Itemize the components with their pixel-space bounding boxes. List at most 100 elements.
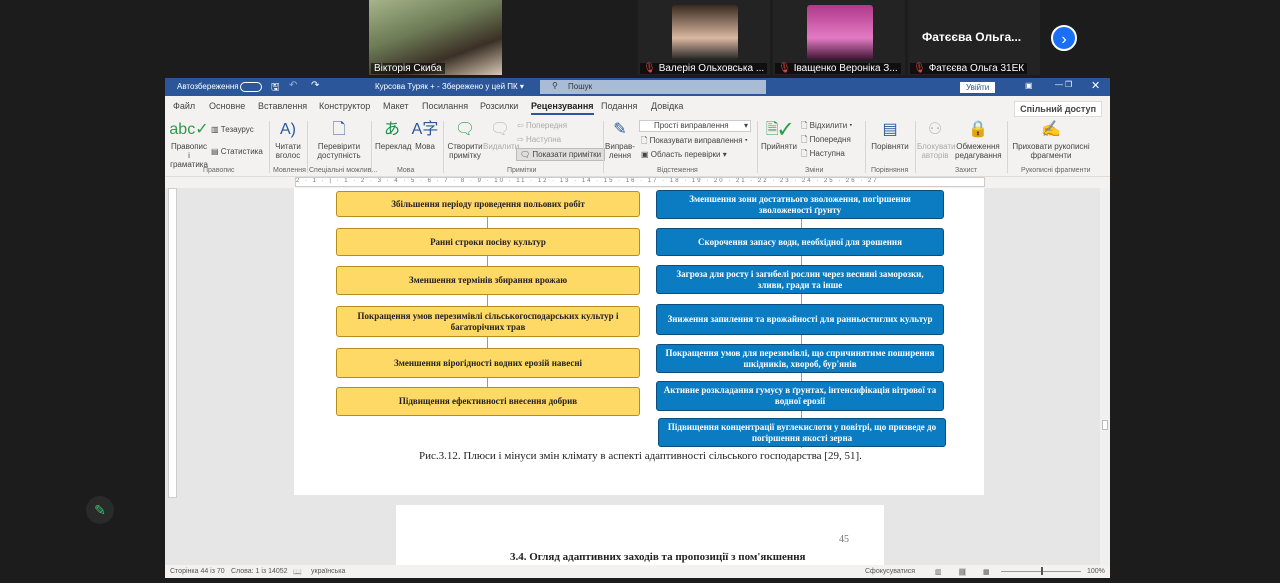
show-markup-button[interactable]: 🗋 Показувати виправлення ▾: [641, 136, 748, 145]
ribbon-tabs: Файл Основне Вставлення Конструктор Маке…: [165, 96, 1110, 117]
tab-file[interactable]: Файл: [173, 101, 195, 111]
accept-button[interactable]: 🗎✓ Прийняти: [761, 121, 797, 151]
next-page-button[interactable]: ›: [1051, 25, 1077, 51]
new-comment-icon: 🗨: [454, 121, 476, 138]
annotate-pencil-button[interactable]: ✎: [86, 496, 114, 524]
track-changes-button[interactable]: ✎ Виправ-лення: [605, 121, 635, 160]
tab-view[interactable]: Подання: [601, 101, 637, 111]
next-change-button[interactable]: 🗋 Наступна: [801, 149, 845, 158]
tab-layout[interactable]: Макет: [383, 101, 408, 111]
status-bar: Сторінка 44 із 70 Слова: 1 із 14052 📖 ук…: [165, 565, 1110, 578]
ribbon-display-icon[interactable]: ▣: [1025, 81, 1033, 90]
close-button[interactable]: ✕: [1091, 79, 1100, 92]
block-authors-button[interactable]: ⚇ Блокувати авторів: [917, 121, 956, 160]
next-comment-button[interactable]: ⇨ Наступна: [517, 135, 561, 144]
zoom-slider-thumb[interactable]: [1041, 567, 1043, 575]
plus-box: Підвищення ефективності внесення добрив: [336, 387, 640, 416]
new-comment-button[interactable]: 🗨 Створити примітку: [447, 121, 483, 160]
minus-box: Скорочення запасу води, необхідної для з…: [656, 228, 944, 256]
translate-icon: あ: [383, 121, 400, 138]
focus-button[interactable]: Сфокусуватися: [865, 568, 915, 575]
restrict-editing-button[interactable]: 🔒 Обмеження редагування: [955, 121, 1002, 160]
show-comments-button[interactable]: 🗨 Показати примітки: [516, 148, 606, 161]
vertical-ruler[interactable]: [168, 188, 177, 498]
tab-mailings[interactable]: Розсилки: [480, 101, 518, 111]
proofing-icon[interactable]: 📖: [293, 568, 302, 576]
section-heading: 3.4. Огляд адаптивних заходів та пропози…: [510, 551, 806, 563]
restore-button[interactable]: ❐: [1065, 80, 1072, 89]
plus-box: Зменшення термінів збирання врожаю: [336, 266, 640, 295]
undo-icon[interactable]: ↶: [289, 80, 297, 91]
lock-icon: 🔒: [968, 121, 988, 138]
statistics-button[interactable]: ▤ Статистика: [211, 147, 263, 156]
language-status[interactable]: українська: [311, 568, 345, 575]
tab-help[interactable]: Довідка: [651, 101, 683, 111]
vertical-scrollbar[interactable]: [1100, 188, 1110, 565]
autosave-label: Автозбереження: [177, 82, 239, 91]
language-button[interactable]: A字 Мова: [411, 121, 439, 151]
save-icon[interactable]: 🖫: [271, 80, 280, 97]
document-area: Збільшення періоду проведення польових р…: [165, 188, 1110, 565]
tab-home[interactable]: Основне: [209, 101, 245, 111]
participant-tile[interactable]: Фатєєва Ольга... 🎙 Фатєєва Ольга 31ЕК: [908, 0, 1040, 75]
search-input[interactable]: ⚲ Пошук: [540, 80, 766, 94]
horizontal-ruler[interactable]: 2 · 1 · | · 1 · 2 · 3 · 4 · 5 · 6 · 7 · …: [295, 177, 985, 187]
minus-box: Покращення умов для перезимівлі, що спри…: [656, 344, 944, 373]
figure-caption: Рис.3.12. Плюси і мінуси змін клімату в …: [419, 450, 862, 462]
markup-select[interactable]: Прості виправлення ▾: [639, 120, 751, 132]
translate-button[interactable]: あ Переклад: [375, 121, 411, 151]
previous-comment-button[interactable]: ⇦ Попередня: [517, 121, 567, 130]
zoom-level[interactable]: 100%: [1087, 568, 1105, 575]
track-changes-icon: ✎: [613, 121, 627, 138]
title-bar: Автозбереження 🖫 ↶ ↷ Курсова Туряк + - З…: [165, 78, 1110, 96]
thesaurus-button[interactable]: ▥ Тезаурус: [211, 125, 254, 134]
redo-icon[interactable]: ↷: [311, 80, 319, 91]
plus-box: Ранні строки посіву культур: [336, 228, 640, 256]
spelling-icon: abc✓: [169, 121, 209, 138]
participant-tile[interactable]: 🎙 Іващенко Вероніка З...: [773, 0, 905, 75]
delete-comment-button[interactable]: 🗨 Видалити: [483, 121, 519, 151]
participant-tile[interactable]: 🎙 Валерія Ольховська ...: [638, 0, 770, 75]
autosave-toggle[interactable]: [240, 82, 262, 92]
block-authors-icon: ⚇: [927, 121, 943, 138]
accessibility-button[interactable]: 🗋 Перевірити доступність: [311, 121, 367, 160]
document-page: Збільшення періоду проведення польових р…: [294, 188, 984, 495]
page-count[interactable]: Сторінка 44 із 70: [170, 568, 225, 575]
participant-tile[interactable]: Вікторія Скиба: [369, 0, 502, 75]
plus-box: Зменшення вірогідності водних ерозій нав…: [336, 348, 640, 378]
read-mode-button[interactable]: ▥: [935, 568, 942, 576]
previous-change-button[interactable]: 🗋 Попередня: [801, 135, 851, 144]
tab-design[interactable]: Конструктор: [319, 101, 370, 111]
compare-button[interactable]: ▤ Порівняти: [869, 121, 911, 151]
minus-box: Активне розкладання гумусу в ґрунтах, ін…: [656, 381, 944, 411]
sign-in-button[interactable]: Увійти: [960, 82, 996, 93]
avatar: [807, 5, 873, 60]
web-layout-button[interactable]: ▦: [983, 568, 990, 576]
hide-ink-button[interactable]: ✍ Приховати рукописні фрагменти: [1011, 121, 1091, 160]
share-button[interactable]: Спільний доступ: [1014, 101, 1102, 117]
print-layout-button[interactable]: ▤: [959, 568, 966, 576]
participant-name: Вікторія Скиба: [371, 63, 445, 74]
tab-insert[interactable]: Вставлення: [258, 101, 307, 111]
accept-icon: 🗎✓: [765, 121, 793, 138]
tab-review[interactable]: Рецензування: [531, 101, 594, 115]
spelling-button[interactable]: abc✓ Правопис і граматика: [169, 121, 209, 169]
word-window: Автозбереження 🖫 ↶ ↷ Курсова Туряк + - З…: [165, 78, 1110, 578]
reviewing-pane-button[interactable]: ▣ Область перевірки ▾: [641, 150, 727, 159]
page-number: 45: [839, 534, 849, 545]
tab-references[interactable]: Посилання: [422, 101, 468, 111]
minimize-button[interactable]: —: [1055, 80, 1063, 89]
minus-box: Загроза для росту і загибелі рослин чере…: [656, 265, 944, 294]
plus-box: Покращення умов перезимівлі сільськогосп…: [336, 306, 640, 337]
compare-icon: ▤: [882, 121, 898, 138]
read-aloud-button[interactable]: A) Читати вголос: [271, 121, 305, 160]
mic-muted-icon: 🎙: [913, 63, 926, 74]
next-page: 45 3.4. Огляд адаптивних заходів та проп…: [396, 505, 884, 565]
mic-muted-icon: 🎙: [643, 63, 656, 74]
document-title[interactable]: Курсова Туряк + - Збережено у цей ПК ▾: [375, 82, 524, 91]
avatar: [672, 5, 738, 60]
word-count[interactable]: Слова: 1 із 14052: [231, 568, 288, 575]
participant-display-name: Фатєєва Ольга...: [922, 30, 1022, 44]
reject-button[interactable]: 🗋 Відхилити ▾: [801, 121, 852, 130]
minus-box: Зниження запилення та врожайності для ра…: [656, 304, 944, 335]
